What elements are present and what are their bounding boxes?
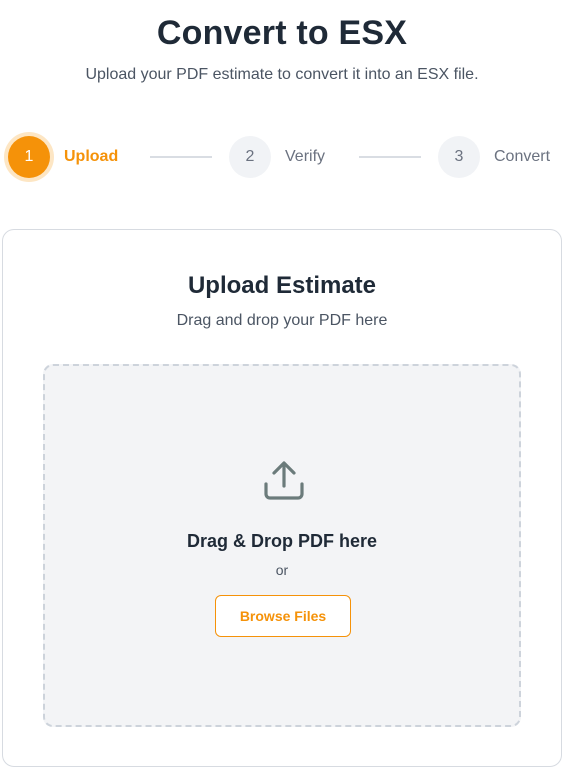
card-subtitle: Drag and drop your PDF here <box>176 312 388 329</box>
step-connector <box>150 156 212 158</box>
browse-files-button[interactable]: Browse Files <box>215 595 351 637</box>
step-connector <box>359 156 421 158</box>
page-subtitle: Upload your PDF estimate to convert it i… <box>85 66 479 83</box>
dropzone-or-text: or <box>275 562 289 578</box>
step-label-upload: Upload <box>64 148 119 165</box>
step-number-3: 3 <box>438 136 480 178</box>
page-title: Convert to ESX <box>156 14 408 52</box>
step-number-2: 2 <box>229 136 271 178</box>
upload-card: Upload Estimate Drag and drop your PDF h… <box>2 229 562 767</box>
stepper: 1 Upload 2 Verify 3 Convert <box>8 136 564 180</box>
step-label-convert: Convert <box>494 148 551 165</box>
step-convert[interactable]: 3 Convert <box>438 136 550 178</box>
convert-page: Convert to ESX Upload your PDF estimate … <box>0 0 564 770</box>
step-upload[interactable]: 1 Upload <box>8 136 118 178</box>
pdf-dropzone[interactable]: Drag & Drop PDF here or Browse Files <box>43 364 521 727</box>
step-label-verify: Verify <box>285 148 326 165</box>
card-title: Upload Estimate <box>187 272 377 299</box>
step-number-1: 1 <box>8 136 50 178</box>
dropzone-title: Drag & Drop PDF here <box>186 531 378 551</box>
step-verify[interactable]: 2 Verify <box>229 136 325 178</box>
upload-icon <box>264 461 304 500</box>
